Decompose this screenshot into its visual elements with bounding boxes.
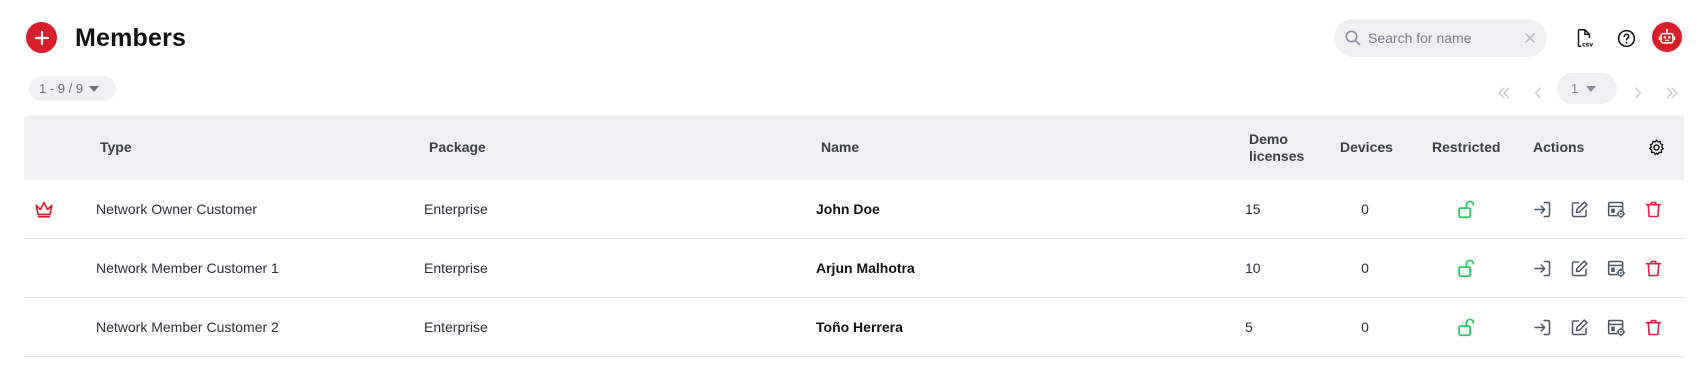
delete-button[interactable]: [1641, 197, 1665, 221]
login-as-button[interactable]: [1530, 256, 1554, 280]
edit-button[interactable]: [1567, 197, 1591, 221]
type-cell: Network Owner Customer: [96, 201, 258, 217]
search-icon: [1345, 30, 1361, 46]
login-icon: [1533, 319, 1550, 335]
table-row[interactable]: Network Owner Customer Enterprise John D…: [24, 180, 1684, 239]
first-page-button[interactable]: [1493, 77, 1515, 109]
column-type[interactable]: Type: [100, 115, 132, 180]
edit-button[interactable]: [1567, 315, 1591, 339]
manage-settings-button[interactable]: [1604, 315, 1628, 339]
edit-icon: [1571, 259, 1588, 276]
plus-icon: [34, 30, 49, 45]
column-restricted[interactable]: Restricted: [1432, 115, 1500, 180]
table-row[interactable]: Network Member Customer 2 Enterprise Toñ…: [24, 298, 1684, 357]
login-icon: [1533, 201, 1550, 217]
demo-licenses-cell: 15: [1245, 201, 1261, 217]
login-icon: [1533, 260, 1550, 276]
package-cell: Enterprise: [424, 201, 488, 217]
owner-crown-cell: [32, 315, 56, 339]
column-demo-licenses[interactable]: Demo licenses: [1249, 115, 1319, 180]
delete-button[interactable]: [1641, 315, 1665, 339]
gear-icon: [1648, 138, 1664, 155]
prev-page-button[interactable]: [1527, 77, 1549, 109]
package-cell: Enterprise: [424, 319, 488, 335]
double-chevron-right-icon: [1666, 87, 1678, 99]
help-button[interactable]: [1614, 26, 1638, 50]
unlock-icon: [1458, 259, 1475, 278]
clear-search-icon[interactable]: [1523, 31, 1537, 45]
last-page-button[interactable]: [1661, 77, 1683, 109]
package-cell: Enterprise: [424, 260, 488, 276]
edit-button[interactable]: [1567, 256, 1591, 280]
devices-cell: 0: [1361, 201, 1369, 217]
unlock-icon: [1458, 318, 1475, 337]
devices-cell: 0: [1361, 260, 1369, 276]
current-page: 1: [1571, 81, 1579, 96]
manage-settings-icon: [1607, 201, 1625, 218]
delete-button[interactable]: [1641, 256, 1665, 280]
members-table: Type Package Name Demo licenses Devices …: [24, 115, 1684, 357]
trash-icon: [1645, 319, 1661, 335]
manage-settings-icon: [1607, 260, 1625, 277]
double-chevron-left-icon: [1498, 87, 1510, 99]
chevron-left-icon: [1534, 87, 1542, 99]
page-number-select[interactable]: 1: [1557, 73, 1617, 104]
chevron-right-icon: [1634, 87, 1642, 99]
login-as-button[interactable]: [1530, 315, 1554, 339]
column-package[interactable]: Package: [429, 115, 486, 180]
avatar[interactable]: [1652, 22, 1682, 52]
page-header: Members csv: [0, 0, 1704, 74]
unlock-icon: [1458, 200, 1475, 219]
demo-licenses-cell: 5: [1245, 319, 1253, 335]
page-title: Members: [75, 24, 187, 52]
manage-settings-icon: [1607, 319, 1625, 336]
next-page-button[interactable]: [1627, 77, 1649, 109]
table-header: Type Package Name Demo licenses Devices …: [24, 115, 1684, 180]
trash-icon: [1645, 201, 1661, 217]
type-cell: Network Member Customer 2: [96, 319, 279, 335]
manage-settings-button[interactable]: [1604, 256, 1628, 280]
table-settings-button[interactable]: [1644, 135, 1668, 159]
range-label: 1 - 9 / 9: [39, 81, 84, 96]
column-name[interactable]: Name: [821, 115, 859, 180]
robot-avatar-icon: [1658, 28, 1676, 44]
search-input[interactable]: [1368, 19, 1518, 57]
owner-crown-cell: [32, 197, 56, 221]
trash-icon: [1645, 260, 1661, 276]
page-size-select[interactable]: 1 - 9 / 9: [29, 76, 116, 101]
column-actions: Actions: [1533, 139, 1585, 155]
manage-settings-button[interactable]: [1604, 197, 1628, 221]
svg-text:csv: csv: [1582, 42, 1593, 49]
login-as-button[interactable]: [1530, 197, 1554, 221]
member-name[interactable]: John Doe: [816, 180, 880, 238]
help-circle-icon: [1617, 29, 1635, 47]
table-body: Network Owner Customer Enterprise John D…: [24, 180, 1684, 357]
demo-licenses-cell: 10: [1245, 260, 1261, 276]
owner-crown-cell: [32, 256, 56, 280]
table-row[interactable]: Network Member Customer 1 Enterprise Arj…: [24, 239, 1684, 298]
column-devices[interactable]: Devices: [1340, 115, 1393, 180]
search-box[interactable]: [1334, 19, 1547, 57]
member-name[interactable]: Arjun Malhotra: [816, 239, 915, 297]
restricted-toggle[interactable]: [1454, 197, 1478, 221]
csv-export-icon: csv: [1577, 29, 1593, 49]
edit-icon: [1571, 318, 1588, 335]
type-cell: Network Member Customer 1: [96, 260, 279, 276]
edit-icon: [1571, 200, 1588, 217]
add-member-button[interactable]: [26, 22, 57, 53]
crown-icon: [35, 201, 53, 218]
caret-down-icon: [1586, 85, 1597, 92]
caret-down-icon: [89, 85, 100, 92]
csv-export-button[interactable]: csv: [1572, 26, 1596, 50]
restricted-toggle[interactable]: [1454, 256, 1478, 280]
member-name[interactable]: Toño Herrera: [816, 298, 903, 356]
restricted-toggle[interactable]: [1454, 315, 1478, 339]
devices-cell: 0: [1361, 319, 1369, 335]
